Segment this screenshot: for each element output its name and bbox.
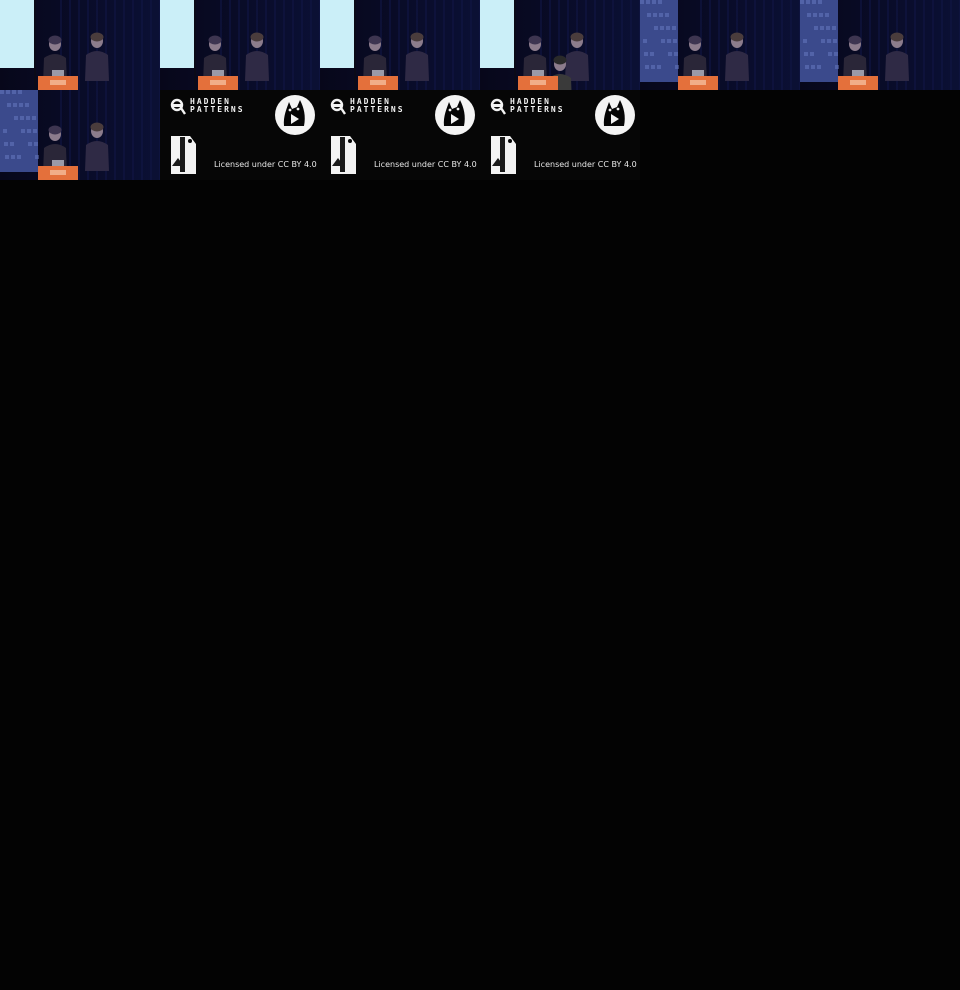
laptop bbox=[52, 70, 64, 76]
stage-frame bbox=[800, 0, 960, 90]
mascot-icon bbox=[274, 94, 316, 136]
end-card-frame: HADDEN PATTERNS Licensed under CC BY 4.0 bbox=[160, 90, 320, 180]
stage-frame bbox=[480, 0, 640, 90]
cc-icon bbox=[330, 98, 348, 116]
cc-icon bbox=[490, 98, 508, 116]
entropia-tag-icon bbox=[488, 134, 520, 174]
entropia-tag-icon bbox=[168, 134, 200, 174]
laptop bbox=[212, 70, 224, 76]
logo-line-2: PATTERNS bbox=[510, 105, 565, 114]
projection-screen bbox=[160, 0, 194, 68]
laptop bbox=[692, 70, 704, 76]
laptop bbox=[852, 70, 864, 76]
stage-frame bbox=[0, 0, 160, 90]
stage-scene bbox=[800, 0, 960, 90]
projection-screen bbox=[320, 0, 354, 68]
end-card-frame: HADDEN PATTERNS Licensed under CC BY 4.0 bbox=[320, 90, 480, 180]
projection-screen bbox=[480, 0, 514, 68]
mascot-icon bbox=[434, 94, 476, 136]
license-text: Licensed under CC BY 4.0 bbox=[214, 160, 317, 169]
stage-scene bbox=[320, 0, 480, 90]
stage-frame bbox=[160, 0, 320, 90]
entropia-tag-icon bbox=[328, 134, 360, 174]
logo-text: HADDEN PATTERNS bbox=[510, 98, 565, 114]
logo-line-2: PATTERNS bbox=[190, 105, 245, 114]
stage-scene bbox=[480, 0, 640, 90]
stage-frame bbox=[640, 0, 800, 90]
stage-scene bbox=[0, 0, 160, 90]
stage-scene bbox=[160, 0, 320, 90]
end-card-frame: HADDEN PATTERNS Licensed under CC BY 4.0 bbox=[480, 90, 640, 180]
stage-frame bbox=[0, 90, 160, 180]
mascot-icon bbox=[594, 94, 636, 136]
logo-line-2: PATTERNS bbox=[350, 105, 405, 114]
logo-text: HADDEN PATTERNS bbox=[190, 98, 245, 114]
stage-scene bbox=[640, 0, 800, 90]
license-text: Licensed under CC BY 4.0 bbox=[534, 160, 637, 169]
contact-sheet: HADDEN PATTERNS Licensed under CC BY 4.0 bbox=[0, 0, 960, 180]
projection-screen bbox=[0, 0, 34, 68]
cc-icon bbox=[170, 98, 188, 116]
license-text: Licensed under CC BY 4.0 bbox=[374, 160, 477, 169]
stage-scene bbox=[0, 90, 160, 180]
stage-frame bbox=[320, 0, 480, 90]
laptop bbox=[52, 160, 64, 166]
laptop bbox=[372, 70, 384, 76]
laptop bbox=[532, 70, 544, 76]
logo-text: HADDEN PATTERNS bbox=[350, 98, 405, 114]
